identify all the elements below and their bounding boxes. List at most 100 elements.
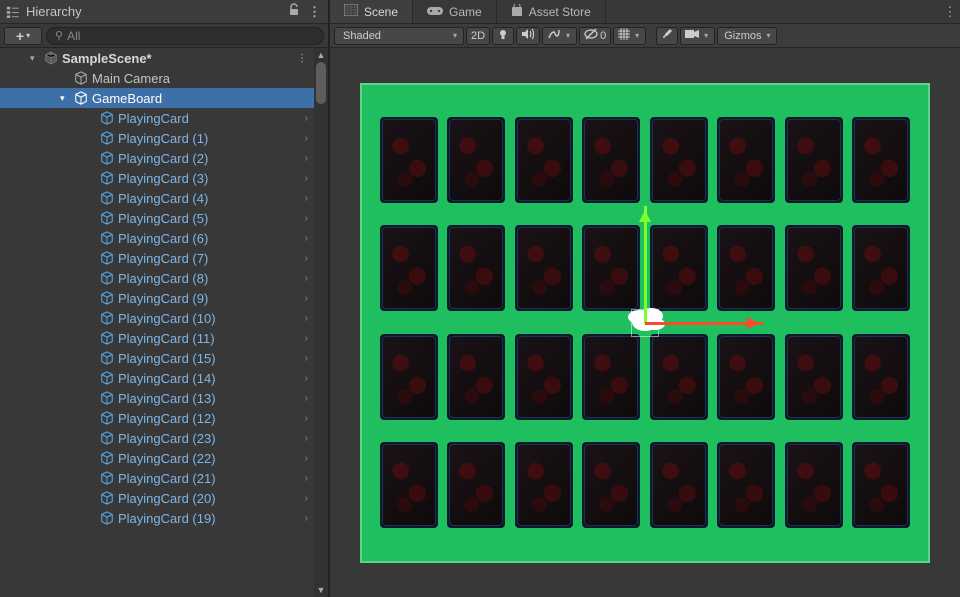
playing-card[interactable]	[650, 117, 708, 203]
panel-menu-icon[interactable]: ⋮	[308, 4, 322, 20]
tree-item-playingcard[interactable]: PlayingCard (12)›	[0, 408, 314, 428]
playing-card[interactable]	[582, 117, 640, 203]
playing-card[interactable]	[650, 442, 708, 528]
playing-card[interactable]	[852, 225, 910, 311]
playing-card[interactable]	[582, 225, 640, 311]
tree-item-playingcard[interactable]: PlayingCard (22)›	[0, 448, 314, 468]
prefab-chevron-icon[interactable]: ›	[305, 453, 314, 464]
playing-card[interactable]	[380, 225, 438, 311]
tree-item-playingcard[interactable]: PlayingCard (1)›	[0, 128, 314, 148]
scroll-thumb[interactable]	[316, 62, 326, 104]
tree-item-playingcard[interactable]: PlayingCard›	[0, 108, 314, 128]
prefab-chevron-icon[interactable]: ›	[305, 253, 314, 264]
camera-dropdown[interactable]: ▾	[680, 27, 715, 45]
audio-toggle[interactable]	[516, 27, 540, 45]
prefab-chevron-icon[interactable]: ›	[305, 213, 314, 224]
scroll-down-icon[interactable]: ▼	[314, 583, 328, 597]
gizmos-dropdown[interactable]: Gizmos ▾	[717, 27, 777, 45]
playing-card[interactable]	[447, 334, 505, 420]
playing-card[interactable]	[717, 117, 775, 203]
playing-card[interactable]	[515, 442, 573, 528]
tree-item-playingcard[interactable]: PlayingCard (10)›	[0, 308, 314, 328]
tree-item-playingcard[interactable]: PlayingCard (7)›	[0, 248, 314, 268]
prefab-chevron-icon[interactable]: ›	[305, 313, 314, 324]
effects-dropdown[interactable]: ▾	[542, 27, 577, 45]
playing-card[interactable]	[515, 225, 573, 311]
transform-gizmo[interactable]	[645, 323, 646, 324]
scene-menu-icon[interactable]: ⋮	[297, 53, 314, 64]
tree-item-playingcard[interactable]: PlayingCard (11)›	[0, 328, 314, 348]
create-button[interactable]: + ▾	[4, 27, 42, 45]
prefab-chevron-icon[interactable]: ›	[305, 153, 314, 164]
playing-card[interactable]	[785, 334, 843, 420]
playing-card[interactable]	[717, 225, 775, 311]
scroll-up-icon[interactable]: ▲	[314, 48, 328, 62]
visibility-toggle[interactable]: 0	[579, 27, 611, 45]
playing-card[interactable]	[447, 117, 505, 203]
prefab-chevron-icon[interactable]: ›	[305, 133, 314, 144]
tabs-menu-icon[interactable]: ⋮	[940, 0, 960, 23]
playing-card[interactable]	[380, 334, 438, 420]
lighting-toggle[interactable]	[492, 27, 514, 45]
gizmo-x-axis[interactable]	[645, 322, 763, 325]
2d-toggle[interactable]: 2D	[466, 27, 490, 45]
prefab-chevron-icon[interactable]: ›	[305, 173, 314, 184]
prefab-chevron-icon[interactable]: ›	[305, 273, 314, 284]
playing-card[interactable]	[582, 442, 640, 528]
playing-card[interactable]	[447, 442, 505, 528]
tree-item-playingcard[interactable]: PlayingCard (2)›	[0, 148, 314, 168]
tree-item-main-camera[interactable]: Main Camera	[0, 68, 314, 88]
playing-card[interactable]	[785, 442, 843, 528]
playing-card[interactable]	[380, 442, 438, 528]
prefab-chevron-icon[interactable]: ›	[305, 493, 314, 504]
tree-item-playingcard[interactable]: PlayingCard (20)›	[0, 488, 314, 508]
playing-card[interactable]	[717, 442, 775, 528]
playing-card[interactable]	[515, 334, 573, 420]
playing-card[interactable]	[447, 225, 505, 311]
prefab-chevron-icon[interactable]: ›	[305, 353, 314, 364]
playing-card[interactable]	[515, 117, 573, 203]
tree-item-playingcard[interactable]: PlayingCard (6)›	[0, 228, 314, 248]
tree-item-playingcard[interactable]: PlayingCard (3)›	[0, 168, 314, 188]
scrollbar[interactable]: ▲ ▼	[314, 48, 328, 597]
playing-card[interactable]	[717, 334, 775, 420]
prefab-chevron-icon[interactable]: ›	[305, 393, 314, 404]
prefab-chevron-icon[interactable]: ›	[305, 473, 314, 484]
tool-button[interactable]	[656, 27, 678, 45]
playing-card[interactable]	[650, 334, 708, 420]
prefab-chevron-icon[interactable]: ›	[305, 333, 314, 344]
prefab-chevron-icon[interactable]: ›	[305, 293, 314, 304]
playing-card[interactable]	[852, 442, 910, 528]
tree-item-playingcard[interactable]: PlayingCard (14)›	[0, 368, 314, 388]
prefab-chevron-icon[interactable]: ›	[305, 373, 314, 384]
tree-item-playingcard[interactable]: PlayingCard (5)›	[0, 208, 314, 228]
playing-card[interactable]	[650, 225, 708, 311]
tab-game[interactable]: Game	[413, 0, 497, 23]
playing-card[interactable]	[380, 117, 438, 203]
tree-item-playingcard[interactable]: PlayingCard (19)›	[0, 508, 314, 528]
tree-item-gameboard[interactable]: ▾GameBoard	[0, 88, 314, 108]
lock-icon[interactable]	[288, 3, 300, 20]
prefab-chevron-icon[interactable]: ›	[305, 193, 314, 204]
tab-asset-store[interactable]: Asset Store	[497, 0, 606, 23]
tree-item-playingcard[interactable]: PlayingCard (15)›	[0, 348, 314, 368]
grid-dropdown[interactable]: ▾	[613, 27, 646, 45]
tree-item-playingcard[interactable]: PlayingCard (9)›	[0, 288, 314, 308]
playing-card[interactable]	[785, 117, 843, 203]
playing-card[interactable]	[852, 334, 910, 420]
playing-card[interactable]	[582, 334, 640, 420]
tab-scene[interactable]: Scene	[330, 0, 413, 23]
tree-item-playingcard[interactable]: PlayingCard (21)›	[0, 468, 314, 488]
search-input[interactable]: ⚲ All	[46, 27, 324, 45]
shading-dropdown[interactable]: Shaded ▾	[334, 27, 464, 45]
playing-card[interactable]	[852, 117, 910, 203]
expand-arrow-icon[interactable]: ▾	[60, 93, 70, 104]
scene-viewport[interactable]	[330, 48, 960, 597]
tree-item-playingcard[interactable]: PlayingCard (23)›	[0, 428, 314, 448]
expand-arrow-icon[interactable]: ▾	[30, 53, 40, 64]
prefab-chevron-icon[interactable]: ›	[305, 513, 314, 524]
tree-item-playingcard[interactable]: PlayingCard (8)›	[0, 268, 314, 288]
tree-item-playingcard[interactable]: PlayingCard (4)›	[0, 188, 314, 208]
playing-card[interactable]	[785, 225, 843, 311]
prefab-chevron-icon[interactable]: ›	[305, 433, 314, 444]
